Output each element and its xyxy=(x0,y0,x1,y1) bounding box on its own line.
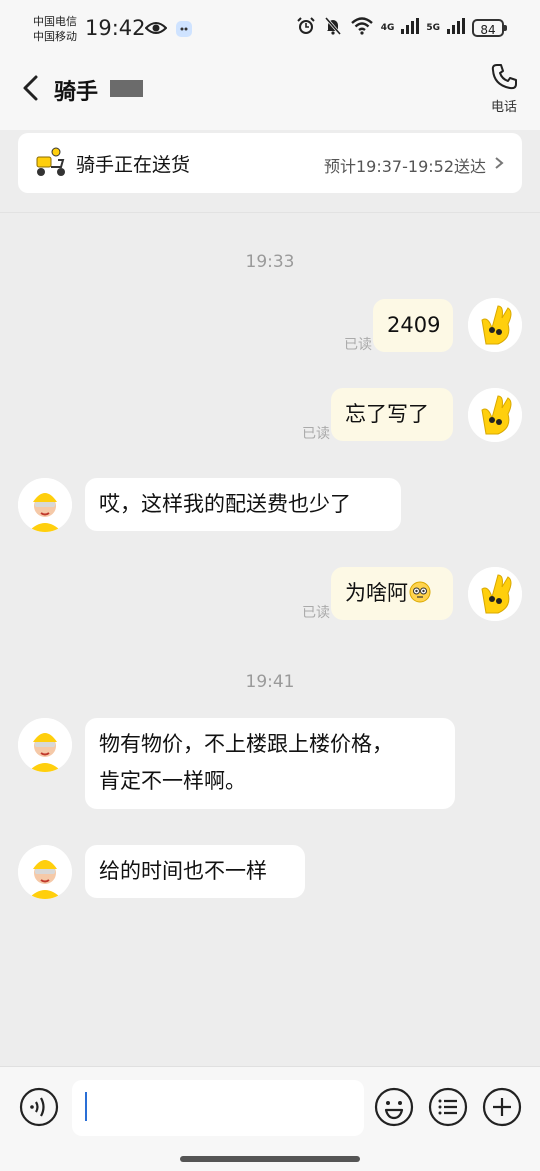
delivery-status-card[interactable]: 骑手正在送货 预计19:37-19:52送达 xyxy=(18,133,522,193)
emoji-button[interactable] xyxy=(374,1087,414,1131)
rider-message-line: 肯定不一样啊。 xyxy=(99,769,246,793)
rider-message-bubble[interactable]: 给的时间也不一样 xyxy=(85,845,305,898)
my-message-bubble[interactable]: 忘了写了 xyxy=(331,388,453,441)
more-options-button[interactable] xyxy=(482,1087,522,1131)
home-indicator[interactable] xyxy=(180,1156,360,1162)
wifi-icon xyxy=(350,17,374,39)
message-input[interactable] xyxy=(72,1080,364,1136)
signal-5g-icon xyxy=(447,18,465,38)
back-arrow-icon[interactable] xyxy=(20,74,42,106)
chevron-right-icon xyxy=(494,155,504,174)
my-avatar[interactable] xyxy=(468,298,522,352)
voice-input-button[interactable] xyxy=(19,1087,59,1131)
carrier-2: 中国移动 xyxy=(33,30,77,43)
network-4g-label: 4G xyxy=(380,23,395,33)
my-avatar[interactable] xyxy=(468,388,522,442)
phone-icon[interactable] xyxy=(489,64,519,96)
status-icons: 4G 5G 84 xyxy=(296,16,507,40)
quick-reply-button[interactable] xyxy=(428,1087,468,1131)
message-input-bar xyxy=(0,1066,540,1171)
rider-message-bubble[interactable]: 物有物价，不上楼跟上楼价格， 肯定不一样啊。 xyxy=(85,718,455,809)
eye-icon xyxy=(144,20,168,40)
read-receipt: 已读 xyxy=(302,605,330,621)
status-time: 19:42 xyxy=(85,16,146,40)
text-caret xyxy=(85,1092,87,1121)
read-receipt: 已读 xyxy=(302,426,330,442)
page-title: 骑手 xyxy=(54,80,99,105)
my-message-bubble[interactable]: 2409 xyxy=(373,299,453,352)
app-notification-icon xyxy=(175,20,193,42)
rider-avatar[interactable] xyxy=(18,478,72,532)
signal-4g-icon xyxy=(401,18,420,38)
my-message-bubble[interactable]: 为啥阿 xyxy=(331,567,453,620)
chat-timestamp: 19:41 xyxy=(245,672,295,692)
chat-header: 骑手 电话 xyxy=(0,56,540,130)
read-receipt: 已读 xyxy=(344,337,372,353)
my-avatar[interactable] xyxy=(468,567,522,621)
delivery-eta: 预计19:37-19:52送达 xyxy=(324,157,486,176)
phone-button[interactable]: 电话 xyxy=(484,62,524,115)
mute-icon xyxy=(323,16,343,40)
header-divider xyxy=(0,212,540,213)
alarm-icon xyxy=(296,16,316,40)
battery-indicator: 84 xyxy=(472,19,507,37)
rider-avatar[interactable] xyxy=(18,718,72,772)
flushed-face-emoji-icon xyxy=(409,578,431,615)
status-bar: 中国电信 中国移动 19:42 4G 5G 84 xyxy=(0,0,540,56)
rider-message-line: 物有物价，不上楼跟上楼价格， xyxy=(99,732,393,756)
delivery-scooter-icon xyxy=(34,147,68,183)
carrier-info: 中国电信 中国移动 xyxy=(33,14,77,44)
rider-avatar[interactable] xyxy=(18,845,72,899)
delivery-status-text: 骑手正在送货 xyxy=(76,154,191,176)
network-5g-label: 5G xyxy=(426,23,440,33)
phone-label[interactable]: 电话 xyxy=(484,96,524,115)
rider-message-bubble[interactable]: 哎，这样我的配送费也少了 xyxy=(85,478,401,531)
carrier-1: 中国电信 xyxy=(33,15,77,28)
chat-timestamp: 19:33 xyxy=(245,252,295,272)
my-message-text: 为啥阿 xyxy=(345,581,408,605)
redacted-name xyxy=(110,80,143,97)
